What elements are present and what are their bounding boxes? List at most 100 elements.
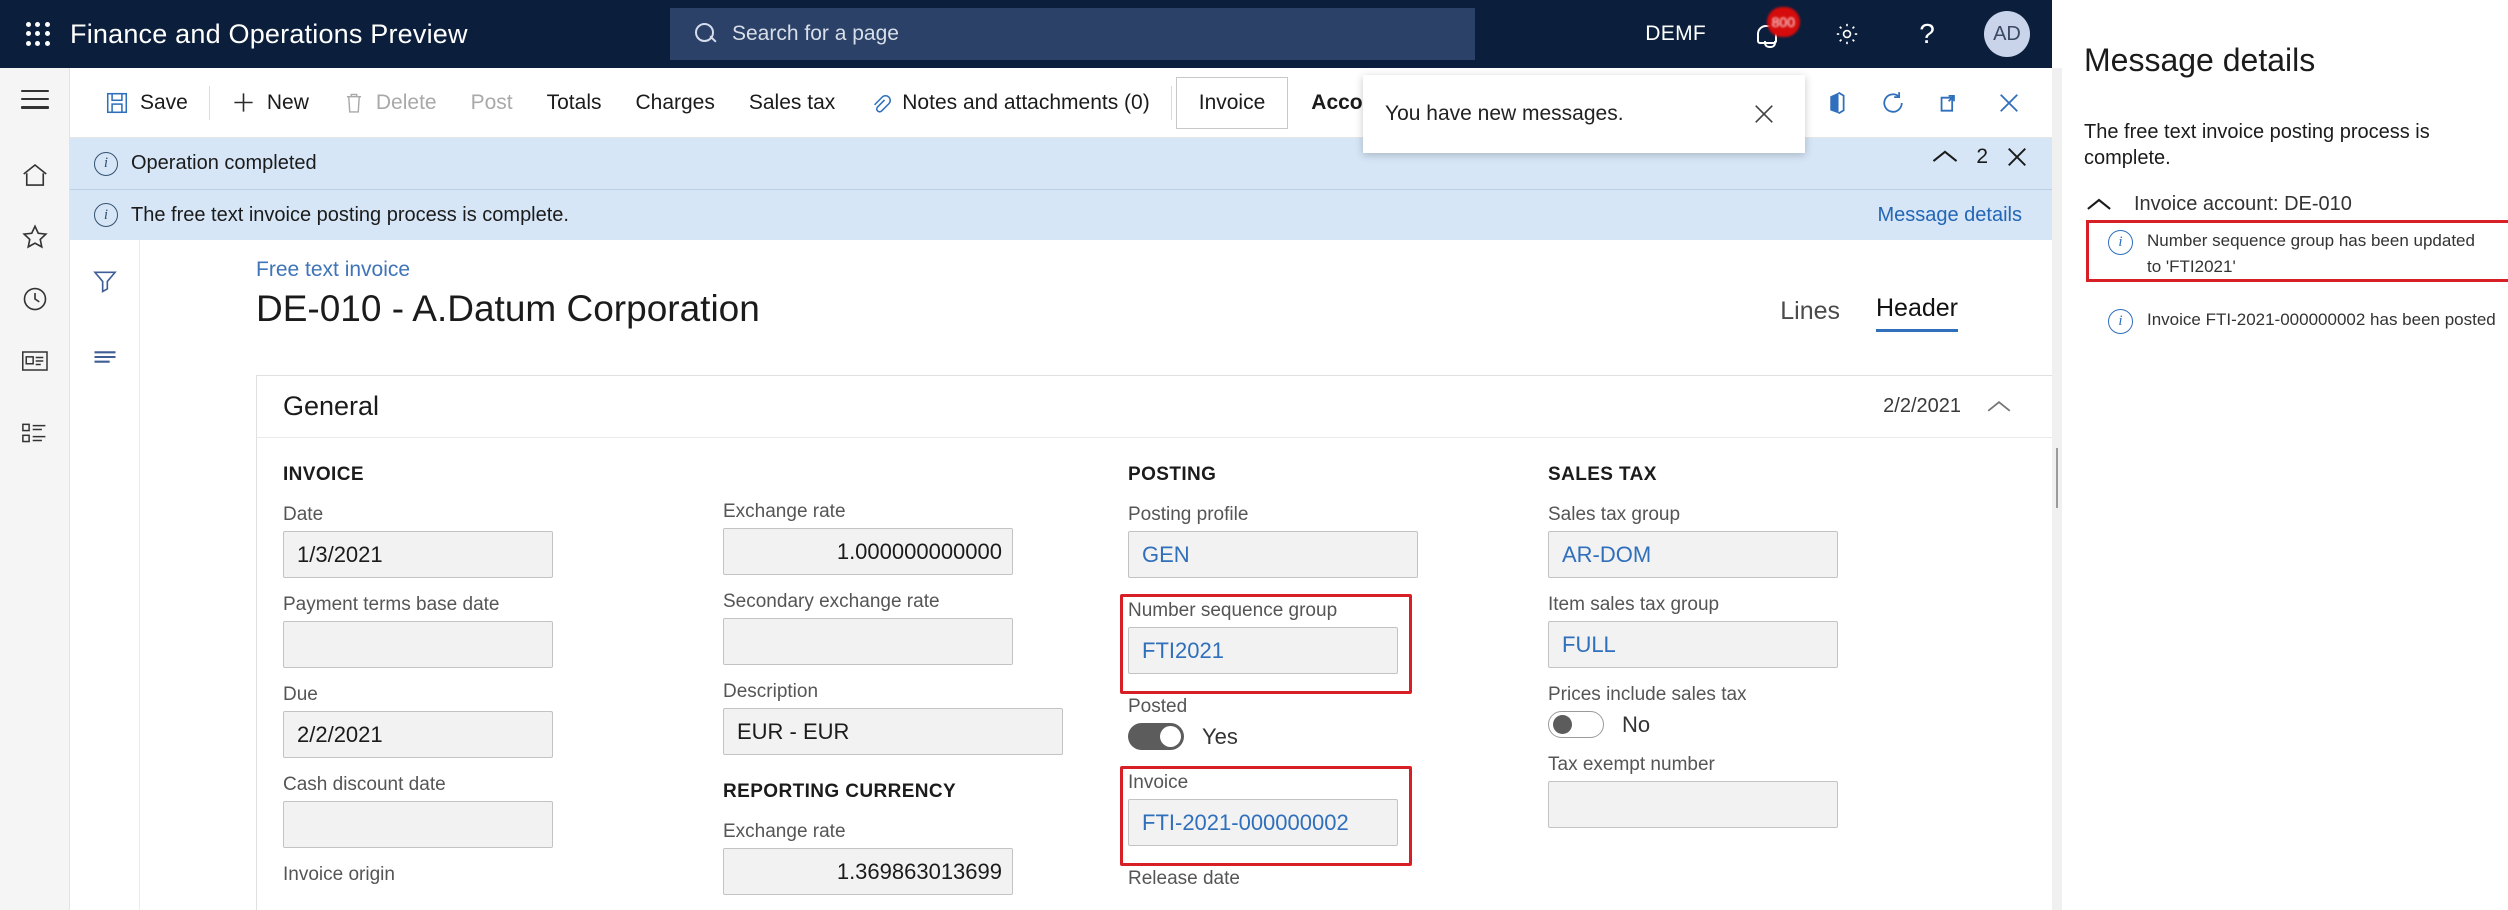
message-text: The free text invoice posting process is…	[131, 203, 569, 226]
notes-attachments-button[interactable]: Notes and attachments (0)	[852, 68, 1166, 138]
prices-include-toggle-row: No	[1548, 711, 1948, 738]
general-card-header[interactable]: General 2/2/2021	[257, 376, 2065, 438]
toast-close-button[interactable]	[1745, 95, 1783, 133]
chevron-up-icon[interactable]	[1930, 146, 1960, 168]
sales-tax-label: Sales tax	[748, 90, 836, 114]
general-card-columns: INVOICE Date 1/3/2021 Payment terms base…	[257, 438, 2065, 910]
content-side-toolbar	[70, 240, 140, 910]
tab-lines[interactable]: Lines	[1780, 297, 1840, 332]
filter-icon	[91, 267, 119, 295]
general-card-date: 2/2/2021	[1883, 395, 1961, 417]
page-header: Free text invoice DE-010 - A.Datum Corpo…	[140, 240, 2052, 370]
sidebar-item-home[interactable]	[0, 144, 70, 206]
charges-button[interactable]: Charges	[618, 68, 731, 138]
save-button[interactable]: Save	[88, 68, 205, 138]
field-description: Description EUR - EUR	[723, 681, 1128, 755]
field-label: Item sales tax group	[1548, 594, 1720, 615]
message-details-link[interactable]: Message details	[1877, 204, 2022, 227]
date-input[interactable]: 1/3/2021	[283, 531, 553, 578]
tax-exempt-number-input[interactable]	[1548, 781, 1838, 828]
sidebar-item-workspaces[interactable]	[0, 330, 70, 392]
help-button[interactable]: ?	[1904, 11, 1950, 57]
post-button[interactable]: Post	[454, 68, 530, 138]
general-card-title: General	[283, 391, 380, 421]
filter-pane-button[interactable]	[70, 250, 140, 312]
message-detail-text: Number sequence group has been updated t…	[2147, 231, 2475, 277]
payment-terms-base-date-input[interactable]	[283, 621, 553, 668]
invoice-account-row[interactable]: Invoice account: DE-010	[2084, 193, 2508, 216]
command-bar-right-actions	[1806, 68, 2038, 138]
field-label: Cash discount date	[283, 774, 446, 795]
due-input[interactable]: 2/2/2021	[283, 711, 553, 758]
message-bar-close-button[interactable]	[2004, 144, 2030, 170]
sales-tax-group-input[interactable]: AR-DOM	[1548, 531, 1838, 578]
refresh-button[interactable]	[1864, 68, 1922, 138]
new-button[interactable]: New	[214, 68, 326, 138]
exchange-rate-input[interactable]: 1.000000000000	[723, 528, 1013, 575]
delete-button[interactable]: Delete	[326, 68, 454, 138]
posted-toggle[interactable]	[1128, 723, 1184, 750]
prices-include-sales-tax-toggle[interactable]	[1548, 711, 1604, 738]
sidebar-item-recent[interactable]	[0, 268, 70, 330]
page-title: DE-010 - A.Datum Corporation	[256, 288, 760, 329]
reporting-exchange-rate-input[interactable]: 1.369863013699	[723, 848, 1013, 895]
field-cash-discount-date: Cash discount date	[283, 774, 723, 848]
app-title: Finance and Operations Preview	[70, 18, 468, 49]
secondary-exchange-rate-input[interactable]	[723, 618, 1013, 665]
message-detail-item: i Invoice FTI-2021-000000002 has been po…	[2108, 307, 2508, 334]
number-sequence-group-input[interactable]: FTI2021	[1128, 627, 1398, 674]
breadcrumb[interactable]: Free text invoice	[256, 258, 410, 282]
info-icon: i	[94, 151, 118, 176]
close-icon	[1755, 105, 1773, 123]
message-bar: i Operation completed 2 i The free text …	[70, 138, 2052, 240]
sales-tax-group-label: SALES TAX	[1548, 464, 1657, 485]
field-reporting-exchange-rate: Exchange rate 1.369863013699	[723, 821, 1128, 895]
paperclip-icon	[869, 91, 892, 115]
field-label: Date	[283, 504, 324, 525]
sidebar-item-modules[interactable]	[0, 402, 70, 464]
posting-profile-input[interactable]: GEN	[1128, 531, 1418, 578]
tab-invoice[interactable]: Invoice	[1175, 76, 1289, 129]
open-in-new-window-button[interactable]	[1922, 68, 1980, 138]
hamburger-menu-button[interactable]	[0, 68, 70, 130]
notifications-button[interactable]: 800	[1744, 7, 1800, 57]
field-label: Due	[283, 684, 318, 705]
cash-discount-date-input[interactable]	[283, 801, 553, 848]
invoice-account-label: Invoice account: DE-010	[2134, 193, 2352, 215]
company-indicator[interactable]: DEMF	[1645, 22, 1706, 46]
description-input[interactable]: EUR - EUR	[723, 708, 1063, 755]
field-label: Payment terms base date	[283, 594, 500, 615]
field-invoice-number: Invoice FTI-2021-000000002	[1120, 766, 1548, 866]
field-secondary-exchange-rate: Secondary exchange rate	[723, 591, 1128, 665]
tab-header[interactable]: Header	[1876, 294, 1958, 332]
app-launcher-icon[interactable]	[20, 16, 56, 52]
save-icon	[105, 91, 129, 115]
sales-tax-button[interactable]: Sales tax	[732, 68, 852, 138]
top-navigation-bar: Finance and Operations Preview Search fo…	[0, 0, 2052, 68]
message-details-summary: The free text invoice posting process is…	[2084, 121, 2430, 169]
top-bar-actions: DEMF 800 ? AD	[1645, 0, 2052, 68]
totals-button[interactable]: Totals	[530, 68, 619, 138]
field-label: Invoice	[1128, 772, 1189, 793]
invoice-number-input[interactable]: FTI-2021-000000002	[1128, 799, 1398, 846]
search-input[interactable]: Search for a page	[670, 8, 1475, 60]
settings-button[interactable]	[1824, 11, 1870, 57]
chevron-up-icon[interactable]	[2084, 195, 2114, 215]
post-label: Post	[470, 90, 513, 114]
chevron-up-icon[interactable]	[1985, 397, 2013, 417]
sidebar-item-favorites[interactable]	[0, 206, 70, 268]
posted-toggle-row: Yes	[1128, 723, 1548, 750]
command-separator-2	[1170, 85, 1172, 120]
open-in-office-button[interactable]	[1806, 68, 1864, 138]
avatar[interactable]: AD	[1984, 11, 2030, 57]
item-sales-tax-group-input[interactable]: FULL	[1548, 621, 1838, 668]
notification-count-badge: 800	[1766, 7, 1800, 37]
close-page-button[interactable]	[1980, 68, 2038, 138]
pane-splitter[interactable]	[2052, 68, 2062, 910]
workspace-icon	[20, 347, 50, 375]
currency-column: Exchange rate 1.000000000000 Secondary e…	[723, 464, 1128, 910]
field-label: Description	[723, 681, 819, 702]
notification-toast: You have new messages.	[1363, 75, 1805, 153]
field-payment-terms-base-date: Payment terms base date	[283, 594, 723, 668]
related-information-button[interactable]	[70, 326, 140, 388]
